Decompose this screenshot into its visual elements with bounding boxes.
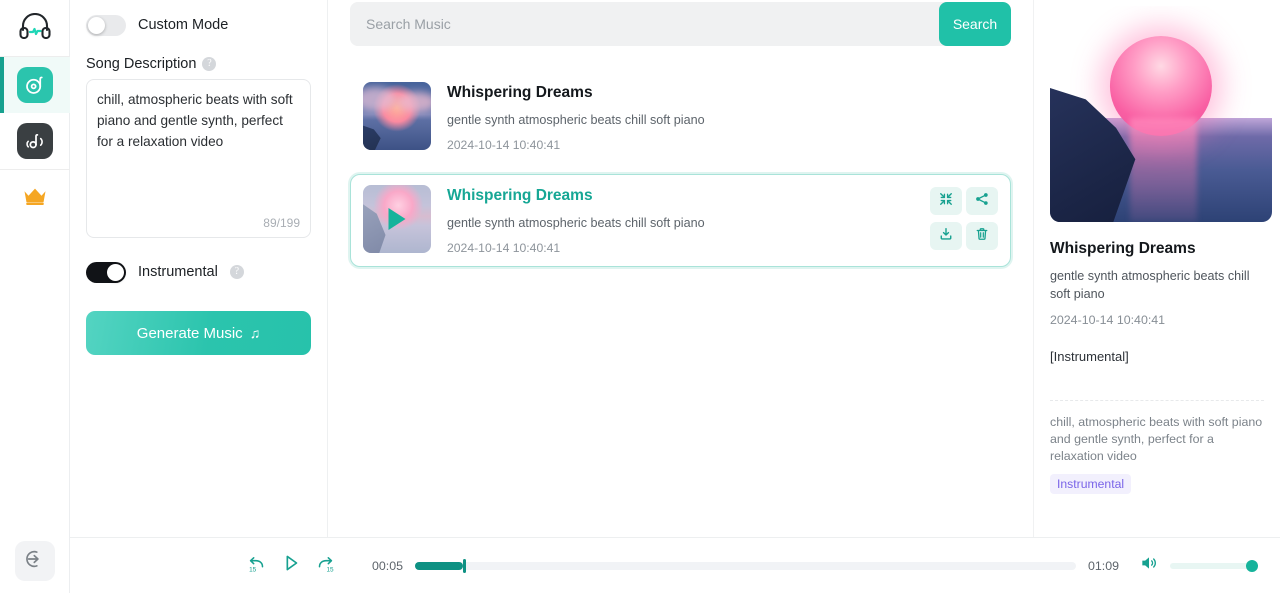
volume-icon[interactable] xyxy=(1139,553,1159,578)
char-counter: 89/199 xyxy=(263,216,300,230)
cover-reflection xyxy=(1129,118,1197,222)
detail-prompt: chill, atmospheric beats with soft piano… xyxy=(1050,415,1263,463)
share-button[interactable] xyxy=(966,187,998,215)
thumbnail-art-shore xyxy=(363,125,381,150)
play-button[interactable] xyxy=(278,553,304,579)
crown-icon xyxy=(22,186,48,211)
search-button[interactable]: Search xyxy=(939,2,1011,46)
sound-wave-note-icon xyxy=(16,123,53,159)
player-controls: 15 15 xyxy=(244,553,338,579)
svg-text:15: 15 xyxy=(326,567,334,574)
detail-date: 2024-10-14 10:40:41 xyxy=(1050,313,1166,327)
detail-panel: Whispering Dreams gentle synth atmospher… xyxy=(1034,0,1280,593)
search-bar: Search xyxy=(350,2,1011,46)
progress-fill xyxy=(415,561,464,570)
sidebar-item-library[interactable] xyxy=(0,113,70,169)
player-bar: 15 15 00:05 01:09 xyxy=(70,537,1280,593)
help-icon[interactable]: ? xyxy=(229,265,244,279)
forward-15-icon: 15 xyxy=(314,552,336,579)
song-description-label-row: Song Description ? xyxy=(86,56,311,72)
upgrade-crown-button[interactable] xyxy=(0,170,70,226)
rewind-15-button[interactable]: 15 xyxy=(244,553,270,579)
track-date: 2024-10-14 10:40:41 xyxy=(447,138,561,152)
track-list: Whispering Dreams gentle synth atmospher… xyxy=(350,71,1011,267)
instrumental-label: Instrumental xyxy=(138,264,218,280)
track-meta: Whispering Dreams gentle synth atmospher… xyxy=(447,82,998,153)
custom-mode-row: Custom Mode xyxy=(86,8,311,42)
trash-icon xyxy=(975,227,989,246)
progress-slider[interactable] xyxy=(415,558,1076,573)
generate-music-button[interactable]: Generate Music ♫ xyxy=(86,311,311,355)
detail-description: gentle synth atmospheric beats chill sof… xyxy=(1050,269,1250,301)
expand-button[interactable] xyxy=(930,187,962,215)
main-content: Search Whispering Dreams gentle synth at… xyxy=(328,0,1034,593)
custom-mode-label: Custom Mode xyxy=(138,17,229,33)
total-time: 01:09 xyxy=(1087,558,1119,573)
volume-slider[interactable] xyxy=(1170,559,1258,572)
progress-thumb[interactable] xyxy=(463,558,467,573)
instrumental-row: Instrumental ? xyxy=(86,255,311,289)
play-icon xyxy=(280,552,302,579)
cover-art xyxy=(1050,6,1272,222)
track-thumbnail[interactable] xyxy=(363,185,431,253)
track-row[interactable]: Whispering Dreams gentle synth atmospher… xyxy=(350,71,1011,164)
volume-control xyxy=(1139,553,1258,578)
help-icon[interactable]: ? xyxy=(202,57,217,71)
toggle-knob xyxy=(88,16,105,34)
track-thumbnail[interactable] xyxy=(363,82,431,150)
track-title: Whispering Dreams xyxy=(447,84,593,101)
detail-divider xyxy=(1050,400,1264,401)
track-description: gentle synth atmospheric beats chill sof… xyxy=(447,216,705,230)
track-description: gentle synth atmospheric beats chill sof… xyxy=(447,113,705,127)
status-badge: Instrumental xyxy=(1050,474,1132,494)
rail-bottom-area xyxy=(0,541,70,581)
app-logo xyxy=(0,0,70,56)
track-date: 2024-10-14 10:40:41 xyxy=(447,241,561,255)
search-input[interactable] xyxy=(350,2,939,46)
login-button[interactable] xyxy=(15,541,55,581)
volume-knob[interactable] xyxy=(1246,559,1258,572)
generate-music-label: Generate Music xyxy=(136,324,243,342)
share-icon xyxy=(975,192,989,211)
current-time: 00:05 xyxy=(372,558,404,573)
left-rail xyxy=(0,0,70,593)
song-description-value: chill, atmospheric beats with soft piano… xyxy=(97,92,297,149)
music-note-icon: ♫ xyxy=(249,325,261,341)
detail-lyrics: [Instrumental] xyxy=(1050,349,1129,364)
track-row-selected[interactable]: Whispering Dreams gentle synth atmospher… xyxy=(350,174,1011,267)
music-disc-icon xyxy=(16,67,53,103)
svg-text:15: 15 xyxy=(249,567,257,574)
rewind-15-icon: 15 xyxy=(246,552,268,579)
delete-button[interactable] xyxy=(966,222,998,250)
instrumental-toggle[interactable] xyxy=(86,261,126,283)
song-description-label: Song Description xyxy=(86,56,197,72)
custom-mode-toggle[interactable] xyxy=(86,14,126,36)
app-root: Custom Mode Song Description ? chill, at… xyxy=(0,0,1280,593)
play-icon[interactable] xyxy=(388,208,406,230)
toggle-knob xyxy=(107,263,124,281)
login-arrow-icon xyxy=(24,548,46,575)
detail-title: Whispering Dreams xyxy=(1050,240,1196,257)
track-meta: Whispering Dreams gentle synth atmospher… xyxy=(447,185,904,256)
sidebar-item-generate[interactable] xyxy=(0,57,70,113)
control-panel: Custom Mode Song Description ? chill, at… xyxy=(70,0,328,593)
download-button[interactable] xyxy=(930,222,962,250)
download-icon xyxy=(939,227,953,246)
headphones-icon xyxy=(18,12,51,44)
forward-15-button[interactable]: 15 xyxy=(312,553,338,579)
track-title: Whispering Dreams xyxy=(447,187,593,204)
song-description-input[interactable]: chill, atmospheric beats with soft piano… xyxy=(86,79,311,238)
shrink-arrows-icon xyxy=(939,192,953,211)
track-actions xyxy=(920,185,998,250)
